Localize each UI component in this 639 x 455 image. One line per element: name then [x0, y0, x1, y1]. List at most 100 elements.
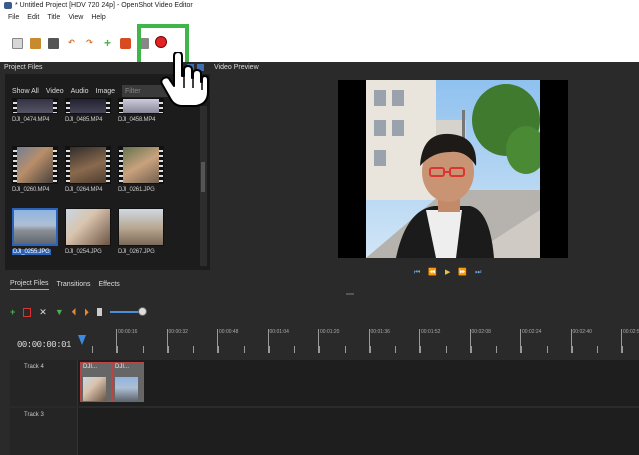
video-preview-header: Video Preview [214, 62, 314, 72]
new-project-icon[interactable] [12, 37, 23, 49]
choose-profile-icon[interactable] [120, 37, 131, 49]
tab-transitions[interactable]: Transitions [57, 281, 91, 290]
ruler-minor-tick [243, 346, 245, 353]
preview-scene-image [366, 80, 540, 258]
ruler-time-label: 00:01:20 [320, 329, 340, 335]
redo-icon[interactable]: ↷ [84, 38, 95, 49]
file-label: DJI_0260.MP4 [12, 187, 50, 193]
ruler-minor-tick [546, 346, 548, 353]
zoom-slider-handle[interactable] [137, 307, 147, 316]
openshot-app-icon [4, 2, 12, 9]
file-item-selected[interactable]: DJI_0255.JPG [12, 208, 58, 255]
ruler-minor-tick [521, 346, 523, 353]
clip-thumbnail [83, 377, 106, 401]
jump-to-end-icon[interactable]: ⏭ [475, 269, 481, 276]
menu-bar: File Edit Title View Help [0, 11, 639, 23]
play-icon[interactable]: ▶ [445, 269, 450, 276]
video-preview-title: Video Preview [214, 63, 259, 71]
ruler-time-label: 00:01:04 [269, 329, 289, 335]
track-4[interactable]: Track 4 DJI... DJI... [10, 360, 639, 406]
razor-icon[interactable]: ✕ [39, 307, 47, 317]
fast-forward-icon[interactable]: ⏩ [458, 269, 467, 276]
add-marker-icon[interactable]: ▼ [55, 307, 64, 317]
file-item[interactable]: DJI_0485.MP4 [65, 98, 111, 123]
tab-effects[interactable]: Effects [99, 281, 120, 290]
file-thumbnail [118, 146, 164, 184]
file-thumbnail [118, 98, 164, 114]
panel-splitter-handle[interactable] [346, 293, 354, 295]
filter-video[interactable]: Video [46, 88, 64, 95]
zoom-icon [96, 308, 102, 316]
file-item[interactable]: DJI_0458.MP4 [118, 98, 164, 123]
menu-view[interactable]: View [68, 14, 83, 21]
filter-image[interactable]: Image [96, 88, 115, 95]
main-toolbar: ↶ ↷ + [0, 23, 639, 63]
menu-edit[interactable]: Edit [27, 14, 39, 21]
ruler-minor-tick [395, 346, 396, 353]
ruler-time-label: 00:02:24 [522, 329, 542, 335]
ruler-minor-tick [597, 346, 598, 353]
menu-help[interactable]: Help [91, 14, 105, 21]
file-item[interactable]: DJI_0261.JPG [118, 146, 164, 193]
next-marker-icon[interactable]: ⏵ [84, 307, 89, 317]
ruler-time-label: 00:01:52 [421, 329, 441, 335]
file-item[interactable]: DJI_0254.JPG [65, 208, 111, 255]
playhead-marker[interactable] [78, 335, 86, 345]
video-preview-image [366, 80, 540, 258]
filter-audio[interactable]: Audio [71, 88, 89, 95]
ruler-minor-tick [117, 346, 119, 353]
file-label: DJI_0264.MP4 [65, 187, 103, 193]
filter-show-all[interactable]: Show All [12, 88, 39, 95]
ruler-minor-tick [167, 346, 169, 353]
menu-file[interactable]: File [8, 14, 19, 21]
file-item[interactable]: DJI_0264.MP4 [65, 146, 111, 193]
jump-to-start-icon[interactable]: ⏮ [414, 269, 420, 276]
ruler-time-label: 00:00:48 [219, 329, 239, 335]
file-thumbnail [65, 98, 111, 114]
file-item[interactable]: DJI_0260.MP4 [12, 146, 58, 193]
ruler-minor-tick [622, 346, 624, 353]
import-files-icon[interactable]: + [102, 37, 113, 49]
ruler-minor-tick [218, 346, 220, 353]
file-thumbnail [12, 98, 58, 114]
file-label: DJI_0254.JPG [65, 249, 102, 255]
ruler-minor-tick [369, 346, 371, 353]
tab-project-files[interactable]: Project Files [10, 280, 49, 290]
project-files-scrollbar[interactable] [200, 106, 207, 266]
file-item[interactable]: DJI_0267.JPG [118, 208, 164, 255]
file-thumbnail [65, 208, 111, 246]
track-name: Track 3 [24, 412, 44, 418]
ruler-minor-tick [268, 346, 270, 353]
rewind-icon[interactable]: ⏪ [428, 269, 437, 276]
zoom-slider[interactable] [109, 307, 147, 316]
project-files-title: Project Files [4, 63, 43, 71]
file-label: DJI_0255.JPG [12, 249, 51, 255]
clip-thumbnail [115, 377, 138, 401]
window-title: * Untitled Project [HDV 720 24p] - OpenS… [15, 2, 193, 9]
file-thumbnail [118, 208, 164, 246]
file-item[interactable]: DJI_0474.MP4 [12, 98, 58, 123]
save-project-icon[interactable] [48, 37, 59, 49]
ruler-minor-tick [420, 346, 422, 353]
track-3[interactable]: Track 3 [10, 408, 639, 455]
open-project-icon[interactable] [30, 37, 41, 49]
file-thumbnail [65, 146, 111, 184]
ruler-time-label: 00:00:16 [118, 329, 138, 335]
timeline-clip[interactable]: DJI... [80, 362, 112, 402]
title-bar: * Untitled Project [HDV 720 24p] - OpenS… [0, 0, 639, 11]
previous-marker-icon[interactable]: ⏴ [72, 307, 77, 317]
snapping-icon[interactable] [23, 307, 32, 317]
track-header[interactable]: Track 4 [10, 360, 78, 406]
ruler-minor-tick [92, 346, 93, 353]
file-thumbnail [12, 146, 58, 184]
menu-title[interactable]: Title [47, 14, 60, 21]
lower-tabs: Project Files Transitions Effects [0, 276, 639, 290]
timeline-clip[interactable]: DJI... [112, 362, 144, 402]
undo-icon[interactable]: ↶ [66, 38, 77, 49]
add-track-icon[interactable]: + [10, 307, 15, 317]
scrollbar-thumb[interactable] [201, 162, 205, 192]
timeline-toolbar: + ✕ ▼ ⏴ ⏵ [10, 305, 210, 319]
ruler-time-label: 00:00:32 [168, 329, 188, 335]
track-header[interactable]: Track 3 [10, 408, 78, 455]
export-video-record-button[interactable] [155, 36, 167, 48]
